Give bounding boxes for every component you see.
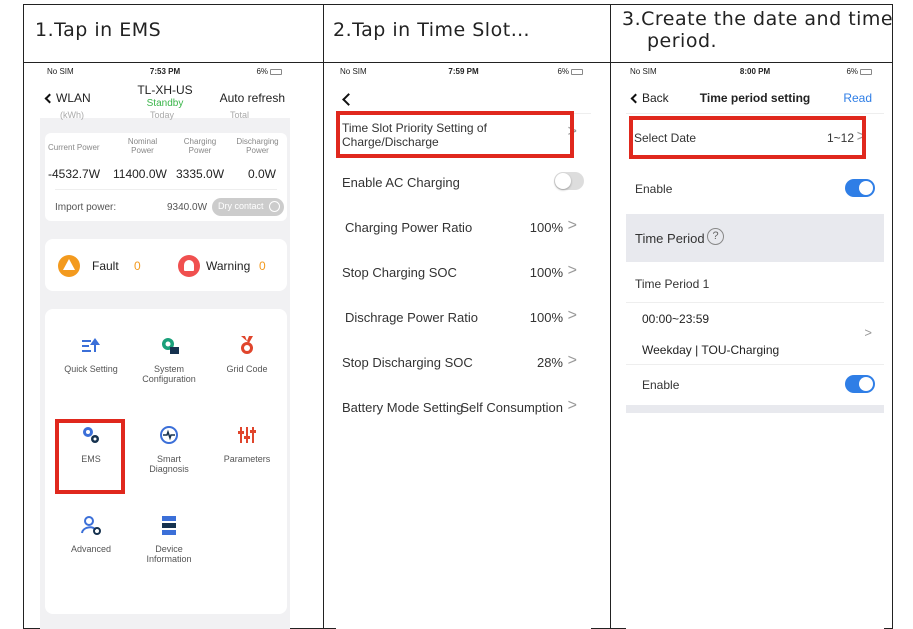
chevron-right-icon: > xyxy=(567,352,577,369)
step-2-header: 2.Tap in Time Slot… xyxy=(333,19,531,41)
clock: 8:00 PM xyxy=(739,67,771,76)
read-button[interactable]: Read xyxy=(843,91,872,105)
menu-advanced[interactable]: Advanced xyxy=(61,514,121,554)
smart-diagnosis-icon xyxy=(160,426,178,444)
grid-code-icon xyxy=(241,336,253,354)
no-entry-icon xyxy=(269,201,280,212)
highlight-ems xyxy=(55,419,125,494)
chevron-left-icon xyxy=(342,93,355,106)
step-3-header: 3.Create the date and time period. xyxy=(622,8,894,52)
menu-quick-setting[interactable]: Quick Setting xyxy=(61,334,121,374)
menu-device-information[interactable]: Device Information xyxy=(139,514,199,564)
alarm-card: Fault 0 Warning 0 xyxy=(45,239,287,291)
enable-toggle[interactable] xyxy=(845,179,875,197)
auto-refresh-button[interactable]: Auto refresh xyxy=(220,91,285,105)
period-enable-toggle[interactable] xyxy=(845,375,875,393)
chevron-right-icon: > xyxy=(567,397,577,414)
status-bar: No SIM 7:53 PM 6% xyxy=(40,67,290,81)
power-card: Current Power Nominal Power Charging Pow… xyxy=(45,133,287,221)
battery-icon xyxy=(860,68,872,75)
battery-indicator: 6% xyxy=(846,67,872,76)
phone-screen-1: No SIM 7:53 PM 6% WLAN TL-XH-US Standby … xyxy=(40,63,290,629)
chevron-right-icon: > xyxy=(567,307,577,324)
fault-label: Fault xyxy=(92,259,119,273)
time-period-section: Time Period ? xyxy=(626,214,884,262)
quick-setting-icon xyxy=(82,338,100,352)
fault-count: 0 xyxy=(134,259,141,273)
status-bar: No SIM 8:00 PM 6% xyxy=(626,67,884,81)
chevron-right-icon: > xyxy=(567,262,577,279)
menu-parameters[interactable]: Parameters xyxy=(217,424,277,464)
dry-contact-button[interactable]: Dry contact xyxy=(212,198,284,216)
battery-icon xyxy=(571,68,583,75)
menu-smart-diagnosis[interactable]: Smart Diagnosis xyxy=(139,424,199,474)
time-period-entry[interactable]: 00:00~23:59 Weekday | TOU-Charging > xyxy=(626,303,884,363)
battery-indicator: 6% xyxy=(256,67,282,76)
back-button[interactable] xyxy=(342,91,355,109)
device-information-icon xyxy=(162,516,176,535)
fault-icon xyxy=(58,255,80,277)
menu-grid-code[interactable]: Grid Code xyxy=(217,334,277,374)
chevron-right-icon: > xyxy=(567,217,577,234)
status-bar: No SIM 7:59 PM 6% xyxy=(336,67,591,81)
battery-icon xyxy=(270,68,282,75)
parameters-icon xyxy=(238,427,256,443)
advanced-icon xyxy=(81,516,101,535)
system-configuration-icon xyxy=(162,338,179,354)
warning-count: 0 xyxy=(259,259,266,273)
clock: 7:59 PM xyxy=(448,67,479,76)
nominal-power-value: 11400.0W xyxy=(113,167,167,181)
warning-icon xyxy=(178,255,200,277)
current-power-value: -4532.7W xyxy=(48,167,101,181)
clock: 7:53 PM xyxy=(149,67,181,76)
step-1-header: 1.Tap in EMS xyxy=(35,19,162,41)
highlight-time-slot xyxy=(336,111,574,158)
ac-charging-toggle[interactable] xyxy=(554,172,584,190)
charging-power-value: 3335.0W xyxy=(176,167,225,181)
highlight-select-date xyxy=(629,116,866,159)
phone-screen-2: No SIM 7:59 PM 6% Time Slot Priority Set… xyxy=(336,63,591,629)
discharging-power-value: 0.0W xyxy=(248,167,277,181)
chevron-right-icon: > xyxy=(864,325,872,340)
battery-indicator: 6% xyxy=(557,67,583,76)
column-divider xyxy=(323,4,324,629)
phone-screen-3: No SIM 8:00 PM 6% Back Time period setti… xyxy=(626,63,884,629)
warning-label: Warning xyxy=(206,259,251,273)
column-divider xyxy=(610,4,611,629)
import-power-value: 9340.0W xyxy=(167,202,208,213)
help-icon[interactable]: ? xyxy=(707,228,724,245)
menu-system-configuration[interactable]: System Configuration xyxy=(139,334,199,384)
